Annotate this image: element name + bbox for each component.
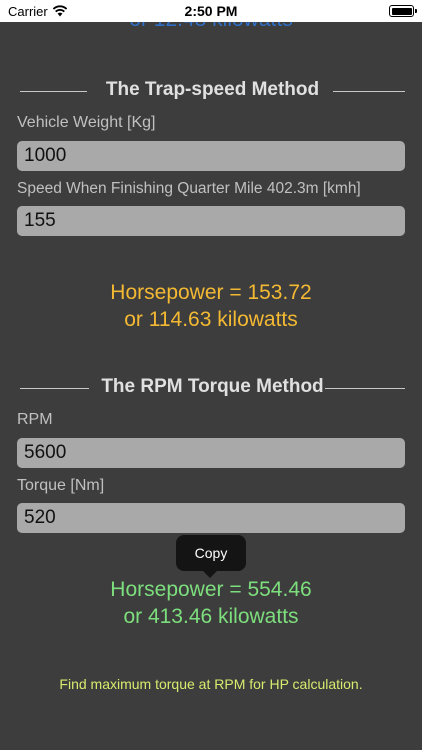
torque-label: Torque [Nm] <box>17 477 105 494</box>
copy-menu-button[interactable]: Copy <box>176 535 246 578</box>
vehicle-weight-input[interactable]: 1000 <box>17 141 405 171</box>
trap-speed-kilowatts: or 114.63 kilowatts <box>124 308 298 331</box>
status-bar: Carrier 2:50 PM <box>0 0 422 22</box>
vehicle-weight-label: Vehicle Weight [Kg] <box>17 114 156 131</box>
quarter-mile-speed-input[interactable]: 155 <box>17 206 405 236</box>
battery-icon <box>389 5 417 17</box>
divider-line-right <box>325 388 405 389</box>
trap-speed-section-header: The Trap-speed Method <box>20 79 405 103</box>
torque-input[interactable]: 520 <box>17 503 405 533</box>
rpm-torque-result: Horsepower = 554.46 or 413.46 kilowatts <box>0 576 422 630</box>
rpm-torque-section-header: The RPM Torque Method <box>20 376 405 400</box>
rpm-torque-horsepower: Horsepower = 554.46 <box>110 578 312 601</box>
screen: or 12.48 kilowatts Carrier 2:50 PM The T… <box>0 0 422 750</box>
trap-speed-title: The Trap-speed Method <box>105 79 320 100</box>
status-time: 2:50 PM <box>184 3 238 19</box>
divider-line-right <box>333 91 405 92</box>
trap-speed-result: Horsepower = 153.72 or 114.63 kilowatts <box>0 279 422 333</box>
rpm-torque-title: The RPM Torque Method <box>101 376 324 397</box>
rpm-label: RPM <box>17 411 53 428</box>
hint-text: Find maximum torque at RPM for HP calcul… <box>59 676 363 692</box>
rpm-input[interactable]: 5600 <box>17 438 405 468</box>
rpm-torque-kilowatts: or 413.46 kilowatts <box>123 605 299 628</box>
trap-speed-horsepower: Horsepower = 153.72 <box>110 281 312 304</box>
quarter-mile-speed-label: Speed When Finishing Quarter Mile 402.3m… <box>17 180 361 197</box>
